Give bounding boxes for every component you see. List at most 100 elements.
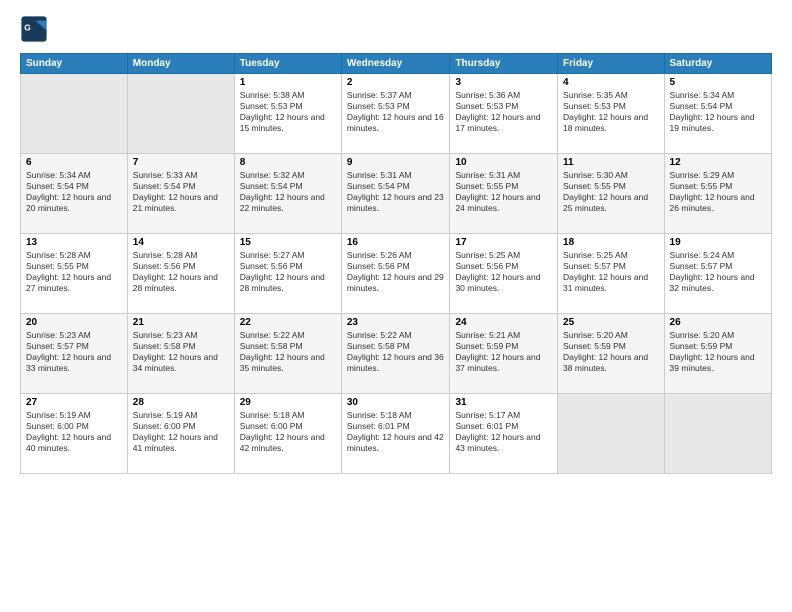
day-header: Thursday	[450, 54, 558, 74]
day-info: Sunrise: 5:22 AMSunset: 5:58 PMDaylight:…	[240, 330, 336, 374]
day-info: Sunrise: 5:20 AMSunset: 5:59 PMDaylight:…	[563, 330, 658, 374]
day-header: Sunday	[21, 54, 128, 74]
day-info: Sunrise: 5:25 AMSunset: 5:56 PMDaylight:…	[455, 250, 552, 294]
day-number: 24	[455, 317, 552, 328]
day-number: 23	[347, 317, 445, 328]
day-number: 10	[455, 157, 552, 168]
day-info: Sunrise: 5:26 AMSunset: 5:56 PMDaylight:…	[347, 250, 445, 294]
calendar-cell: 25 Sunrise: 5:20 AMSunset: 5:59 PMDaylig…	[558, 314, 664, 394]
day-info: Sunrise: 5:22 AMSunset: 5:58 PMDaylight:…	[347, 330, 445, 374]
day-info: Sunrise: 5:30 AMSunset: 5:55 PMDaylight:…	[563, 170, 658, 214]
calendar-cell	[664, 394, 771, 474]
day-info: Sunrise: 5:33 AMSunset: 5:54 PMDaylight:…	[133, 170, 229, 214]
day-info: Sunrise: 5:36 AMSunset: 5:53 PMDaylight:…	[455, 90, 552, 134]
day-info: Sunrise: 5:18 AMSunset: 6:01 PMDaylight:…	[347, 410, 445, 454]
day-number: 19	[670, 237, 766, 248]
calendar-cell: 15 Sunrise: 5:27 AMSunset: 5:56 PMDaylig…	[234, 234, 341, 314]
day-number: 22	[240, 317, 336, 328]
day-info: Sunrise: 5:27 AMSunset: 5:56 PMDaylight:…	[240, 250, 336, 294]
day-info: Sunrise: 5:17 AMSunset: 6:01 PMDaylight:…	[455, 410, 552, 454]
calendar-cell: 28 Sunrise: 5:19 AMSunset: 6:00 PMDaylig…	[127, 394, 234, 474]
day-info: Sunrise: 5:32 AMSunset: 5:54 PMDaylight:…	[240, 170, 336, 214]
day-number: 1	[240, 77, 336, 88]
calendar-cell: 8 Sunrise: 5:32 AMSunset: 5:54 PMDayligh…	[234, 154, 341, 234]
day-number: 5	[670, 77, 766, 88]
day-number: 28	[133, 397, 229, 408]
day-number: 11	[563, 157, 658, 168]
calendar-cell	[21, 74, 128, 154]
calendar-cell: 12 Sunrise: 5:29 AMSunset: 5:55 PMDaylig…	[664, 154, 771, 234]
day-info: Sunrise: 5:25 AMSunset: 5:57 PMDaylight:…	[563, 250, 658, 294]
day-info: Sunrise: 5:23 AMSunset: 5:58 PMDaylight:…	[133, 330, 229, 374]
day-number: 9	[347, 157, 445, 168]
day-info: Sunrise: 5:28 AMSunset: 5:55 PMDaylight:…	[26, 250, 122, 294]
day-info: Sunrise: 5:29 AMSunset: 5:55 PMDaylight:…	[670, 170, 766, 214]
day-number: 26	[670, 317, 766, 328]
day-header: Tuesday	[234, 54, 341, 74]
day-info: Sunrise: 5:19 AMSunset: 6:00 PMDaylight:…	[26, 410, 122, 454]
calendar-cell: 18 Sunrise: 5:25 AMSunset: 5:57 PMDaylig…	[558, 234, 664, 314]
calendar-cell: 21 Sunrise: 5:23 AMSunset: 5:58 PMDaylig…	[127, 314, 234, 394]
day-info: Sunrise: 5:18 AMSunset: 6:00 PMDaylight:…	[240, 410, 336, 454]
day-number: 12	[670, 157, 766, 168]
calendar-cell: 13 Sunrise: 5:28 AMSunset: 5:55 PMDaylig…	[21, 234, 128, 314]
calendar-table: SundayMondayTuesdayWednesdayThursdayFrid…	[20, 53, 772, 474]
day-info: Sunrise: 5:19 AMSunset: 6:00 PMDaylight:…	[133, 410, 229, 454]
day-number: 7	[133, 157, 229, 168]
calendar-cell: 23 Sunrise: 5:22 AMSunset: 5:58 PMDaylig…	[341, 314, 450, 394]
calendar-cell	[558, 394, 664, 474]
calendar-cell: 5 Sunrise: 5:34 AMSunset: 5:54 PMDayligh…	[664, 74, 771, 154]
day-info: Sunrise: 5:21 AMSunset: 5:59 PMDaylight:…	[455, 330, 552, 374]
calendar-cell: 24 Sunrise: 5:21 AMSunset: 5:59 PMDaylig…	[450, 314, 558, 394]
calendar-cell: 7 Sunrise: 5:33 AMSunset: 5:54 PMDayligh…	[127, 154, 234, 234]
day-number: 25	[563, 317, 658, 328]
day-number: 8	[240, 157, 336, 168]
calendar-cell: 14 Sunrise: 5:28 AMSunset: 5:56 PMDaylig…	[127, 234, 234, 314]
day-number: 13	[26, 237, 122, 248]
day-info: Sunrise: 5:34 AMSunset: 5:54 PMDaylight:…	[670, 90, 766, 134]
calendar-cell: 29 Sunrise: 5:18 AMSunset: 6:00 PMDaylig…	[234, 394, 341, 474]
day-info: Sunrise: 5:31 AMSunset: 5:55 PMDaylight:…	[455, 170, 552, 214]
svg-text:G: G	[24, 22, 31, 32]
day-number: 29	[240, 397, 336, 408]
calendar-cell: 20 Sunrise: 5:23 AMSunset: 5:57 PMDaylig…	[21, 314, 128, 394]
calendar-cell: 4 Sunrise: 5:35 AMSunset: 5:53 PMDayligh…	[558, 74, 664, 154]
calendar-cell: 6 Sunrise: 5:34 AMSunset: 5:54 PMDayligh…	[21, 154, 128, 234]
calendar-cell: 9 Sunrise: 5:31 AMSunset: 5:54 PMDayligh…	[341, 154, 450, 234]
day-info: Sunrise: 5:23 AMSunset: 5:57 PMDaylight:…	[26, 330, 122, 374]
day-info: Sunrise: 5:34 AMSunset: 5:54 PMDaylight:…	[26, 170, 122, 214]
calendar-cell: 11 Sunrise: 5:30 AMSunset: 5:55 PMDaylig…	[558, 154, 664, 234]
calendar-cell: 2 Sunrise: 5:37 AMSunset: 5:53 PMDayligh…	[341, 74, 450, 154]
calendar-cell: 19 Sunrise: 5:24 AMSunset: 5:57 PMDaylig…	[664, 234, 771, 314]
day-number: 20	[26, 317, 122, 328]
day-info: Sunrise: 5:38 AMSunset: 5:53 PMDaylight:…	[240, 90, 336, 134]
day-number: 18	[563, 237, 658, 248]
day-number: 6	[26, 157, 122, 168]
calendar-cell: 17 Sunrise: 5:25 AMSunset: 5:56 PMDaylig…	[450, 234, 558, 314]
calendar-cell: 26 Sunrise: 5:20 AMSunset: 5:59 PMDaylig…	[664, 314, 771, 394]
day-header: Wednesday	[341, 54, 450, 74]
day-number: 27	[26, 397, 122, 408]
calendar-cell: 22 Sunrise: 5:22 AMSunset: 5:58 PMDaylig…	[234, 314, 341, 394]
day-info: Sunrise: 5:28 AMSunset: 5:56 PMDaylight:…	[133, 250, 229, 294]
day-info: Sunrise: 5:37 AMSunset: 5:53 PMDaylight:…	[347, 90, 445, 134]
day-header: Monday	[127, 54, 234, 74]
logo-icon: G	[20, 15, 48, 43]
day-info: Sunrise: 5:35 AMSunset: 5:53 PMDaylight:…	[563, 90, 658, 134]
logo: G	[20, 15, 52, 43]
day-number: 31	[455, 397, 552, 408]
day-header: Friday	[558, 54, 664, 74]
calendar-cell: 16 Sunrise: 5:26 AMSunset: 5:56 PMDaylig…	[341, 234, 450, 314]
calendar-cell: 30 Sunrise: 5:18 AMSunset: 6:01 PMDaylig…	[341, 394, 450, 474]
day-number: 2	[347, 77, 445, 88]
day-number: 4	[563, 77, 658, 88]
day-header: Saturday	[664, 54, 771, 74]
calendar-cell: 31 Sunrise: 5:17 AMSunset: 6:01 PMDaylig…	[450, 394, 558, 474]
day-number: 3	[455, 77, 552, 88]
day-number: 17	[455, 237, 552, 248]
day-number: 30	[347, 397, 445, 408]
day-info: Sunrise: 5:24 AMSunset: 5:57 PMDaylight:…	[670, 250, 766, 294]
calendar-cell: 27 Sunrise: 5:19 AMSunset: 6:00 PMDaylig…	[21, 394, 128, 474]
day-number: 16	[347, 237, 445, 248]
calendar-cell: 3 Sunrise: 5:36 AMSunset: 5:53 PMDayligh…	[450, 74, 558, 154]
